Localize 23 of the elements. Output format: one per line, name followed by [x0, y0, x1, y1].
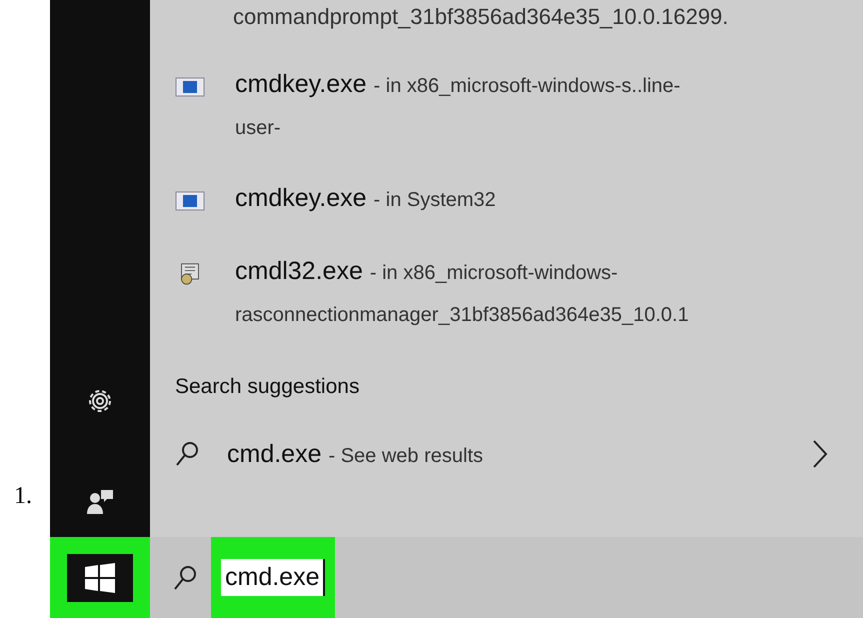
windows-icon	[84, 562, 116, 594]
chevron-icon[interactable]	[812, 439, 828, 469]
result-location: - in x86_microsoft-windows-s..line-	[374, 75, 680, 98]
result-name[interactable]: cmdl32.exe	[235, 257, 363, 286]
start-button[interactable]	[67, 554, 133, 602]
result-name[interactable]: cmdkey.exe	[235, 184, 367, 213]
result-location: commandprompt_31bf3856ad364e35_10.0.16299.	[233, 4, 730, 30]
search-icon	[175, 441, 199, 467]
settings-icon[interactable]	[86, 387, 114, 415]
result-location: - in x86_microsoft-windows-	[370, 262, 618, 285]
result-location: user-	[235, 117, 282, 140]
section-heading: Search suggestions	[175, 375, 360, 399]
result-location: rasconnectionmanager_31bf3856ad364e35_10.0.1	[235, 304, 689, 327]
result-name[interactable]: cmdkey.exe	[235, 70, 367, 99]
window-icon	[175, 190, 205, 212]
search-field[interactable]: cmd.exe	[221, 559, 326, 596]
step-number: 1.	[14, 483, 32, 510]
feedback-icon[interactable]	[86, 487, 114, 515]
result-location: - in System32	[374, 189, 496, 212]
window-icon	[175, 76, 205, 98]
suggestion-query[interactable]: cmd.exe	[227, 440, 322, 468]
suggestion-detail: - See web results	[328, 444, 483, 468]
search-icon	[173, 564, 197, 590]
